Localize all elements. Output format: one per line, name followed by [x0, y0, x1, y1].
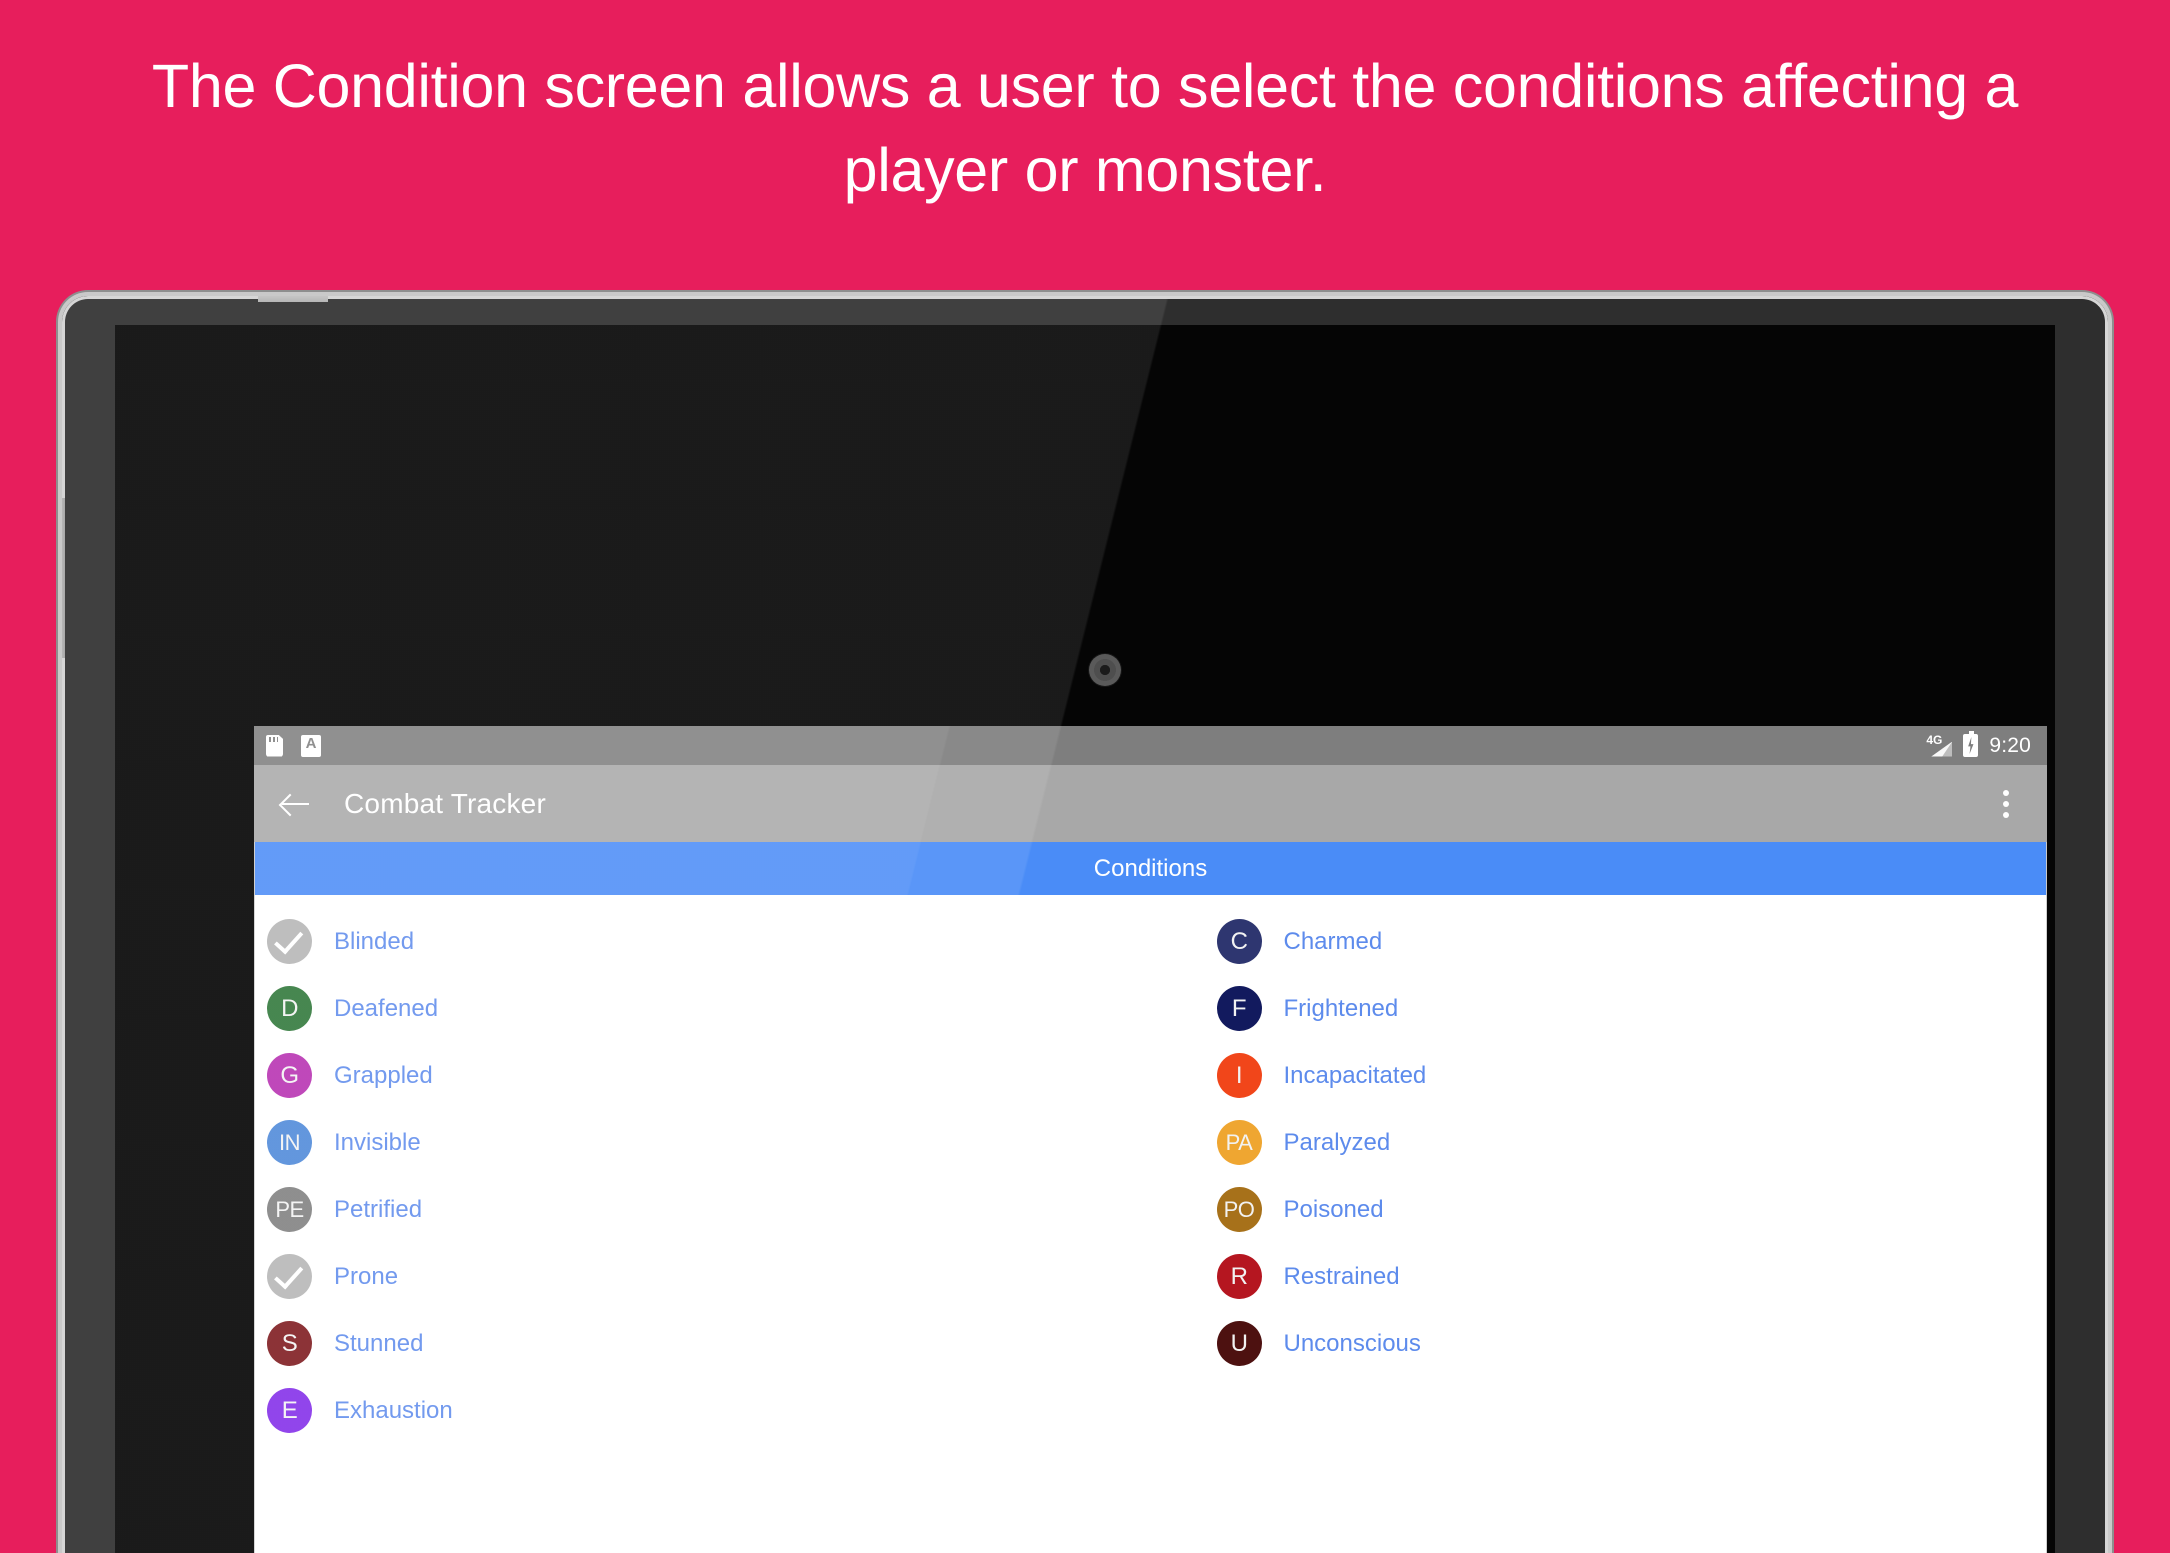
condition-initial-avatar: PA [1216, 1120, 1262, 1165]
condition-initial-avatar: U [1216, 1321, 1262, 1366]
sdcard-icon [266, 734, 283, 757]
conditions-right-column: C Charmed F Frightened I Incapacitated PA Paral… [1151, 908, 2047, 1553]
battery-bolt-glyph [1968, 737, 1974, 754]
condition-initial-avatar: G [267, 1053, 312, 1098]
condition-row[interactable]: IN Invisible [255, 1109, 1151, 1176]
condition-label: Petrified [334, 1195, 423, 1223]
condition-row[interactable]: R Restrained [1205, 1243, 2047, 1310]
status-bar-left-icons: A [266, 734, 321, 757]
condition-label: Invisible [334, 1128, 421, 1156]
condition-label: Incapacitated [1283, 1061, 1427, 1089]
status-bar-right-icons: 4G 9:20 [1926, 731, 2031, 758]
overflow-dot [2003, 789, 2009, 796]
condition-initial-avatar: D [267, 986, 312, 1031]
front-camera-icon [1089, 654, 1121, 686]
condition-row[interactable]: I Incapacitated [1205, 1042, 2047, 1109]
condition-initial-avatar: C [1216, 919, 1262, 964]
condition-selected-check-icon [267, 1254, 312, 1299]
condition-label: Poisoned [1283, 1195, 1384, 1223]
app-bar: Combat Tracker [254, 765, 2047, 842]
back-arrow-icon[interactable] [276, 784, 316, 824]
condition-label: Deafened [334, 994, 439, 1022]
overflow-dot [2003, 811, 2009, 818]
condition-row[interactable]: Blinded [255, 908, 1151, 975]
page-title: The Condition screen allows a user to se… [151, 52, 2019, 204]
condition-label: Grappled [334, 1061, 433, 1089]
condition-initial-avatar: PE [267, 1187, 312, 1232]
overflow-dot [2003, 800, 2009, 807]
check-icon [274, 1259, 304, 1290]
condition-row[interactable]: F Frightened [1205, 975, 2047, 1042]
condition-initial-avatar: E [267, 1388, 312, 1433]
condition-row[interactable]: C Charmed [1205, 908, 2047, 975]
condition-row[interactable]: PE Petrified [255, 1176, 1151, 1243]
condition-row[interactable]: Prone [255, 1243, 1151, 1310]
condition-initial-avatar: IN [267, 1120, 312, 1165]
condition-label: Prone [334, 1262, 399, 1290]
condition-initial-avatar: F [1216, 986, 1262, 1031]
condition-row[interactable]: S Stunned [255, 1310, 1151, 1377]
power-button[interactable] [258, 296, 328, 302]
condition-label: Unconscious [1283, 1329, 1421, 1357]
signal-4g-icon: 4G [1926, 732, 1953, 757]
condition-label: Frightened [1283, 994, 1399, 1022]
condition-selected-check-icon [267, 919, 312, 964]
condition-row[interactable]: G Grappled [255, 1042, 1151, 1109]
tablet-body: A 4G 9:20 Combat Tracker Conditions Blin… [65, 299, 2105, 1553]
condition-row[interactable]: PA Paralyzed [1205, 1109, 2047, 1176]
app-bar-title: Combat Tracker [344, 787, 546, 819]
condition-initial-avatar: PO [1216, 1187, 1262, 1232]
condition-label: Restrained [1283, 1262, 1400, 1290]
conditions-left-column: Blinded D Deafened G Grappled IN Invisible PE Pe… [255, 908, 1151, 1553]
conditions-section-header: Conditions [254, 842, 2047, 895]
condition-row[interactable]: D Deafened [255, 975, 1151, 1042]
status-bar-clock: 9:20 [1989, 733, 2031, 757]
condition-row[interactable]: E Exhaustion [255, 1377, 1151, 1444]
condition-label: Stunned [334, 1329, 424, 1357]
condition-label: Charmed [1283, 927, 1383, 955]
status-bar: A 4G 9:20 [254, 726, 2047, 765]
keyboard-icon: A [301, 734, 321, 757]
condition-initial-avatar: S [267, 1321, 312, 1366]
conditions-content: Blinded D Deafened G Grappled IN Invisible PE Pe… [254, 895, 2047, 1553]
volume-rocker[interactable] [62, 498, 65, 658]
battery-charging-icon [1963, 731, 1979, 757]
signal-4g-label: 4G [1926, 732, 1943, 747]
condition-label: Paralyzed [1283, 1128, 1391, 1156]
condition-label: Exhaustion [334, 1396, 453, 1424]
overflow-menu-icon[interactable] [1989, 784, 2023, 824]
condition-label: Blinded [334, 927, 415, 955]
condition-initial-avatar: I [1216, 1053, 1262, 1098]
condition-row[interactable]: PO Poisoned [1205, 1176, 2047, 1243]
tablet-device: A 4G 9:20 Combat Tracker Conditions Blin… [62, 296, 2108, 1553]
condition-row[interactable]: U Unconscious [1205, 1310, 2047, 1377]
android-screen: A 4G 9:20 Combat Tracker Conditions Blin… [254, 726, 2047, 1553]
check-icon [274, 924, 304, 955]
condition-initial-avatar: R [1216, 1254, 1262, 1299]
